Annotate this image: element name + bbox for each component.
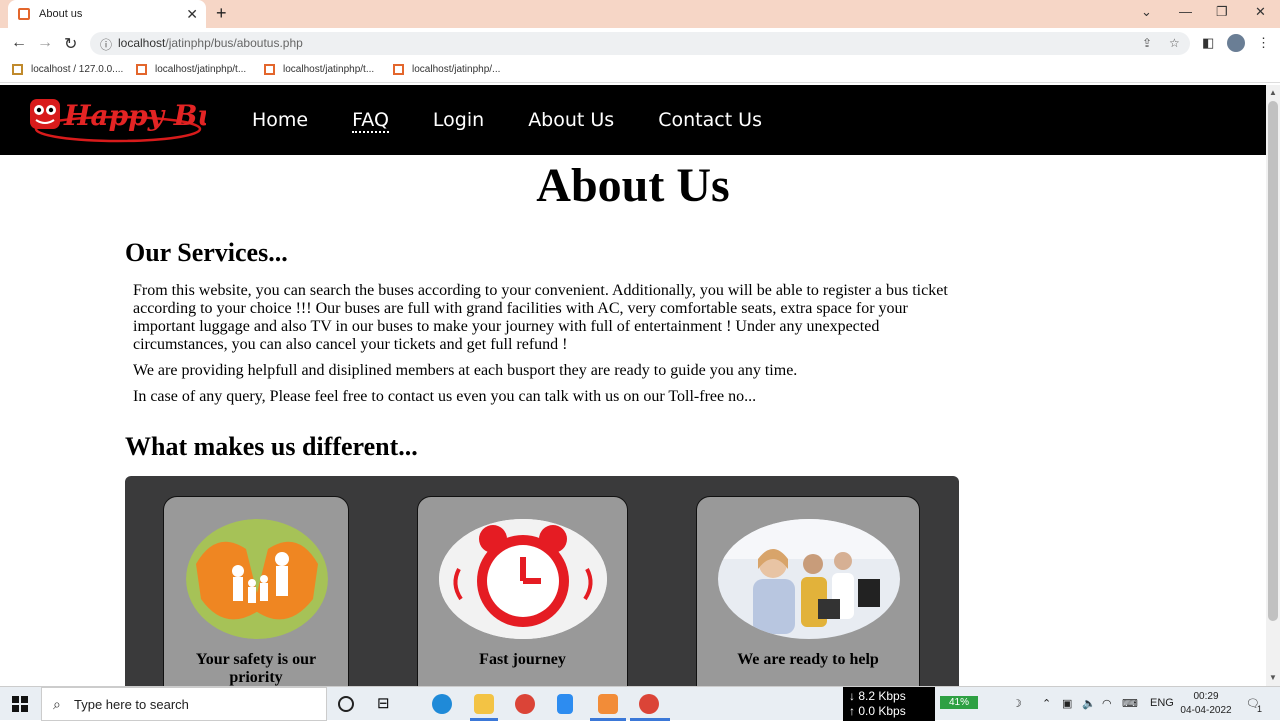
night-light-icon[interactable]: ☽ [1012,697,1022,710]
xampp-icon [393,64,404,75]
bookmark-item[interactable]: localhost/jatinphp/t... [264,64,374,75]
services-paragraph: From this website, you can search the bu… [133,282,948,353]
feature-card: We are ready to help [696,496,920,686]
edge-icon[interactable] [432,694,452,714]
wifi-icon[interactable]: ◠ [1102,697,1112,710]
taskbar-search-box[interactable]: ⌕ Type here to search [41,687,327,721]
address-bar[interactable]: ⓘ localhost/jatinphp/bus/aboutus.php ⇪ ☆ [90,32,1190,55]
family-safety-icon [186,519,328,639]
xampp-icon[interactable] [598,694,618,714]
bookmark-label: localhost/jatinphp/t... [155,64,247,75]
system-clock[interactable]: 00:29 04-04-2022 [1172,690,1240,718]
nav-home[interactable]: Home [252,109,308,133]
browser-toolbar: ← → ↻ ⓘ localhost/jatinphp/bus/aboutus.p… [0,28,1280,59]
feature-card: Fast journey [417,496,628,686]
net-up: ↑ 0.0 Kbps [849,704,906,718]
logo-text: Happy Bus [63,99,206,132]
reload-icon[interactable]: ↻ [64,34,77,54]
bookmark-item[interactable]: localhost / 127.0.0.... [12,64,123,75]
page-viewport: Happy Bus Home FAQ Login About Us Contac… [0,85,1266,686]
bookmark-label: localhost/jatinphp/t... [283,64,375,75]
url-text: localhost/jatinphp/bus/aboutus.php [118,36,303,50]
share-icon[interactable]: ⇪ [1142,36,1152,50]
windows-taskbar: ⌕ Type here to search ⊟ ↓ 8.2 Kbps ↑ 0.0… [0,686,1280,721]
scroll-thumb[interactable] [1268,101,1278,621]
nav-login[interactable]: Login [433,109,484,133]
nav-contact-us[interactable]: Contact Us [658,109,762,133]
search-placeholder: Type here to search [74,697,189,712]
bookmark-item[interactable]: localhost/jatinphp/t... [136,64,246,75]
menu-icon[interactable]: ⋮ [1257,35,1270,51]
xampp-favicon-icon [18,8,30,20]
search-icon: ⌕ [53,696,61,712]
services-paragraph: We are providing helpfull and disiplined… [133,362,798,379]
browser-tab-strip: About us ✕ + ⌄ — ❐ ✕ [0,0,1280,28]
task-view-icon[interactable]: ⊟ [377,694,397,714]
different-heading: What makes us different... [125,432,418,461]
network-speed-widget: ↓ 8.2 Kbps ↑ 0.0 Kbps [843,687,935,721]
site-navbar: Happy Bus Home FAQ Login About Us Contac… [0,85,1266,155]
bookmark-item[interactable]: localhost/jatinphp/... [393,64,500,75]
bookmark-star-icon[interactable]: ☆ [1169,36,1180,50]
alarm-clock-icon [439,519,607,639]
language-indicator[interactable]: ENG [1150,697,1174,709]
features-panel: Your safety is our priority Fast journey [125,476,959,686]
url-path: /jatinphp/bus/aboutus.php [165,36,303,50]
battery-indicator: 41% [940,696,978,709]
bookmark-label: localhost / 127.0.0.... [31,64,124,75]
phpmyadmin-icon [12,64,23,75]
minimize-icon[interactable]: — [1179,4,1192,19]
tab-title: About us [39,8,83,20]
notes-icon[interactable] [557,694,573,714]
feature-card: Your safety is our priority [163,496,349,686]
scroll-down-icon[interactable]: ▼ [1269,673,1277,682]
back-icon[interactable]: ← [11,34,27,52]
clock-date: 04-04-2022 [1180,705,1232,716]
url-host: localhost [118,36,166,50]
services-heading: Our Services... [125,238,288,267]
keyboard-icon[interactable]: ⌨ [1122,697,1138,710]
volume-icon[interactable]: 🔈 [1082,697,1096,710]
support-team-photo [718,519,900,639]
chrome-icon[interactable] [515,694,535,714]
security-icon[interactable]: ▣ [1062,697,1072,710]
happy-bus-logo[interactable]: Happy Bus [26,93,206,147]
feature-title: Fast journey [479,651,566,668]
side-panel-icon[interactable]: ◧ [1202,35,1214,51]
windows-start-icon[interactable] [12,696,28,712]
forward-icon[interactable]: → [37,34,53,52]
window-close-icon[interactable]: ✕ [1255,4,1266,20]
feature-title: Your safety is our priority [195,651,317,686]
page-title: About Us [536,159,730,212]
bookmark-label: localhost/jatinphp/... [412,64,501,75]
nav-links: Home FAQ Login About Us Contact Us [252,109,806,133]
tab-search-icon[interactable]: ⌄ [1141,4,1152,20]
tray-expand-icon[interactable]: ⌃ [1042,697,1051,710]
new-tab-icon[interactable]: + [216,3,227,24]
net-up-value: 0.0 Kbps [858,704,906,718]
notification-count: 1 [1257,704,1263,714]
maximize-icon[interactable]: ❐ [1216,4,1228,20]
services-paragraph: In case of any query, Please feel free t… [133,388,757,405]
xampp-icon [264,64,275,75]
cortana-icon[interactable] [338,696,354,712]
net-down-value: 8.2 Kbps [858,689,906,703]
nav-faq[interactable]: FAQ [352,109,389,133]
net-down: ↓ 8.2 Kbps [849,689,906,703]
profile-avatar[interactable] [1227,34,1245,52]
nav-about-us[interactable]: About Us [528,109,614,133]
site-info-icon[interactable]: ⓘ [100,36,112,53]
file-explorer-icon[interactable] [474,694,494,714]
xampp-icon [136,64,147,75]
browser-tab[interactable]: About us ✕ [8,0,206,28]
feature-title: We are ready to help [737,651,879,668]
page-scrollbar[interactable]: ▲ ▼ [1266,85,1280,686]
bookmarks-bar: localhost / 127.0.0.... localhost/jatinp… [0,59,1280,83]
scroll-up-icon[interactable]: ▲ [1269,88,1277,97]
clock-time: 00:29 [1193,691,1219,702]
chrome-icon[interactable] [639,694,659,714]
tab-close-icon[interactable]: ✕ [186,6,198,23]
